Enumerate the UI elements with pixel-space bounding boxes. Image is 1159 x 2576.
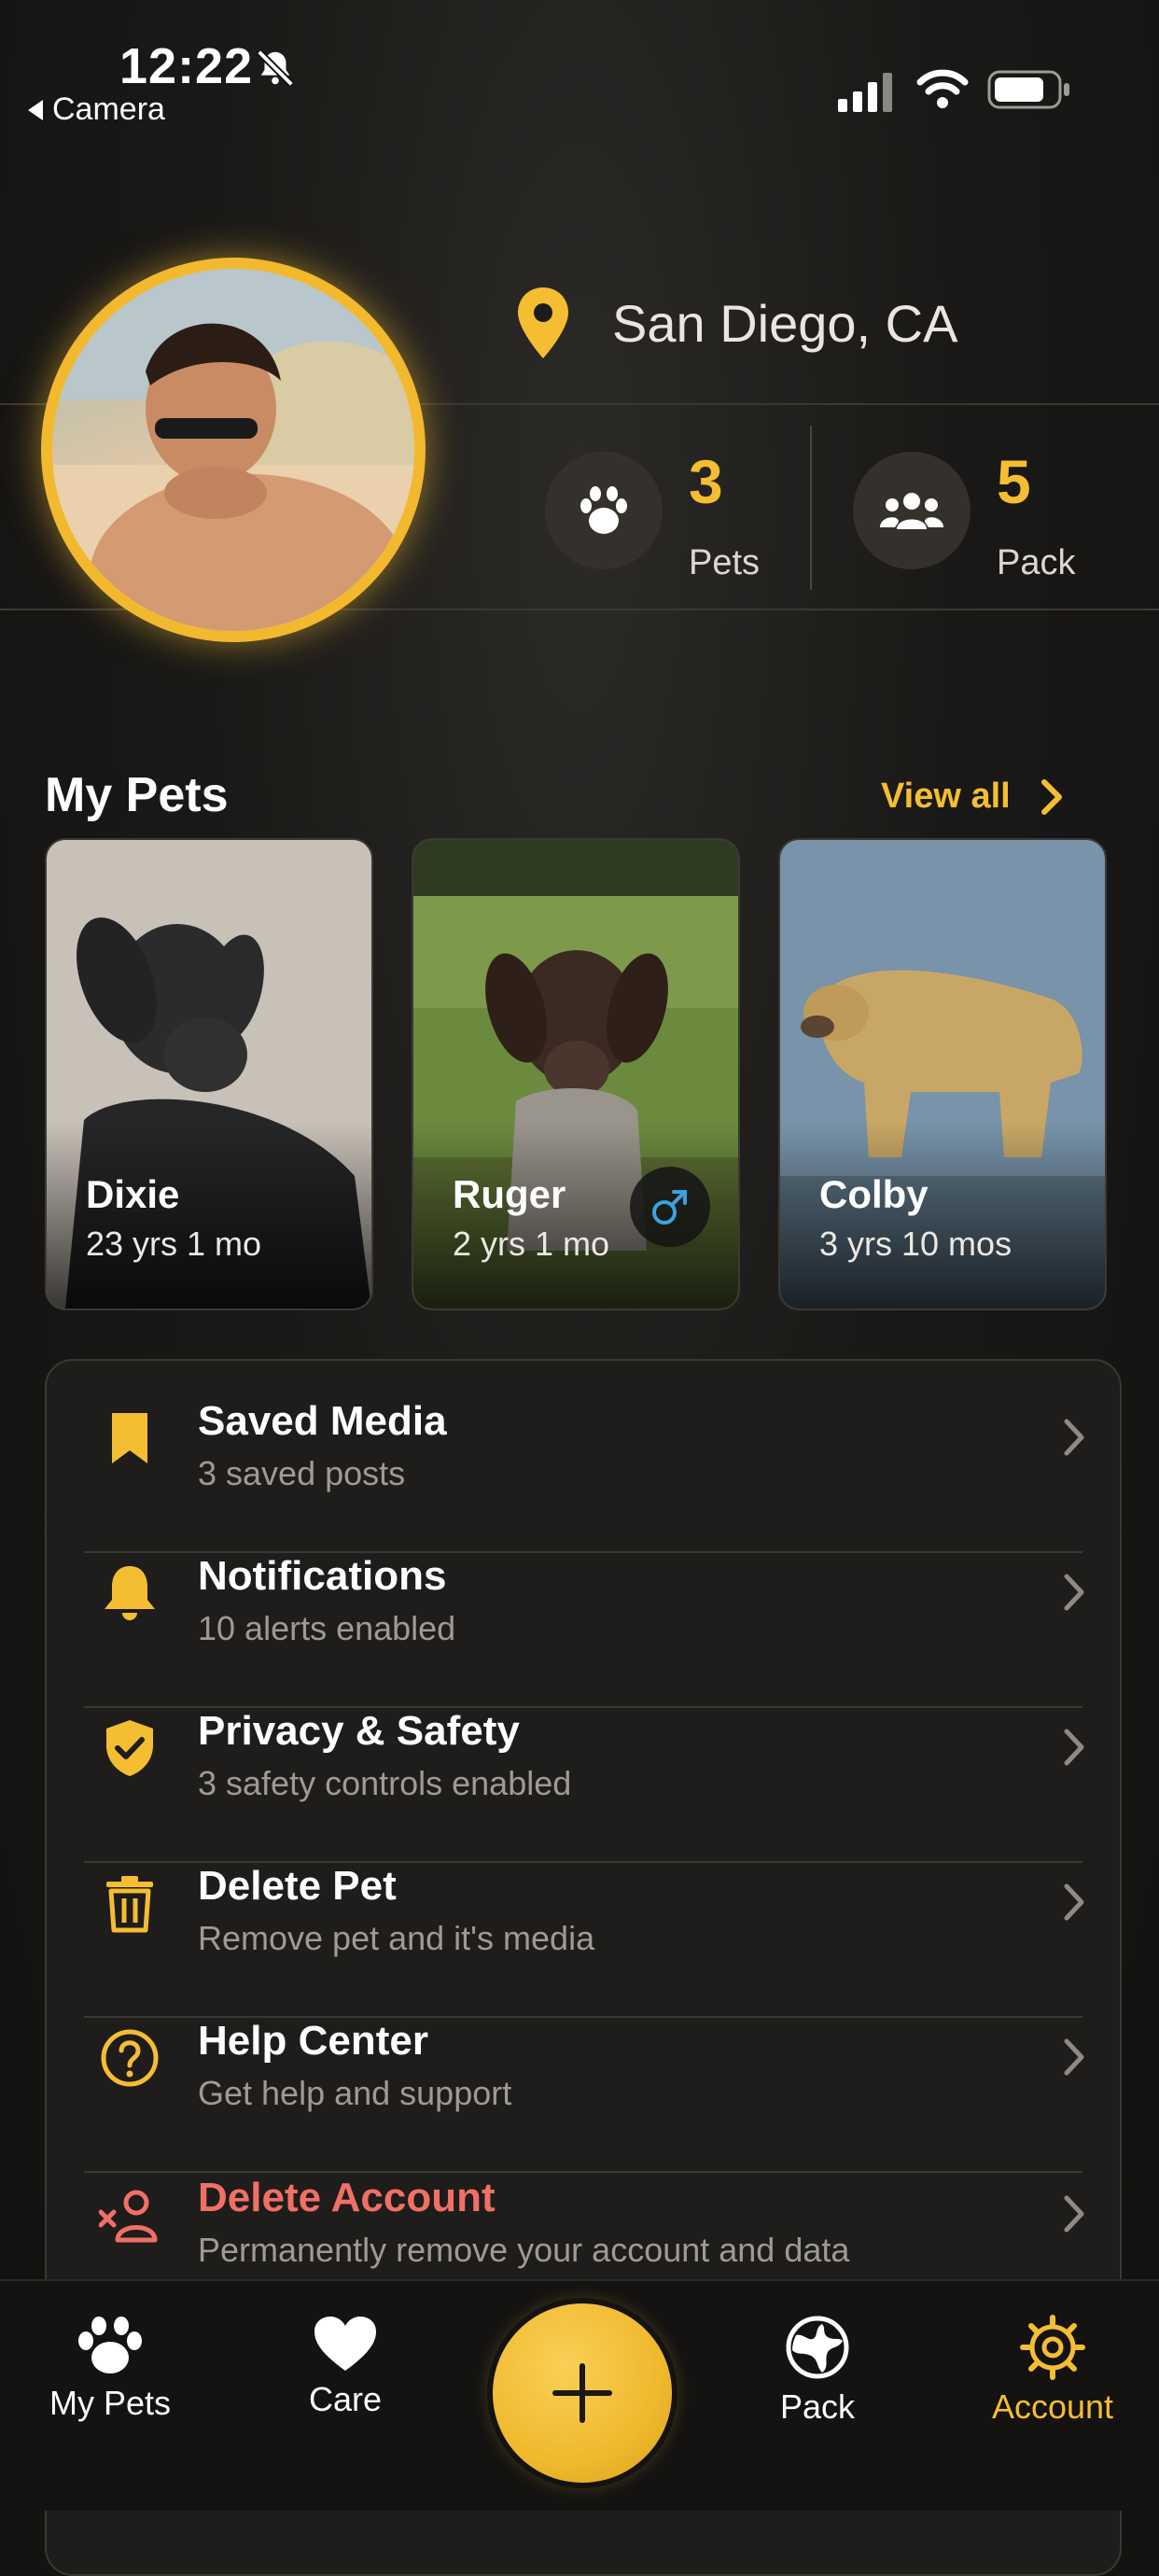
tab-care[interactable]: Care — [252, 2315, 439, 2419]
status-time: 12:22 — [119, 38, 254, 94]
trash-icon — [106, 1876, 153, 1933]
privacy-safety-row[interactable]: Privacy & Safety 3 safety controls enabl… — [84, 1671, 1084, 1826]
help-circle-icon — [101, 2029, 159, 2087]
row-title: Notifications — [198, 1553, 447, 1599]
row-title: Privacy & Safety — [198, 1708, 520, 1754]
cellular-signal-icon — [838, 73, 892, 112]
bell-muted-icon — [257, 49, 294, 87]
plus-icon — [552, 2363, 612, 2423]
saved-media-row[interactable]: Saved Media 3 saved posts — [84, 1361, 1084, 1516]
male-symbol-icon — [652, 1190, 687, 1225]
bell-icon — [105, 1566, 155, 1620]
row-title: Delete Account — [198, 2175, 496, 2220]
row-subtitle: 3 safety controls enabled — [198, 1764, 572, 1802]
row-subtitle: Remove pet and it's media — [198, 1919, 595, 1957]
avatar[interactable] — [41, 258, 426, 642]
pet-name: Ruger — [453, 1172, 566, 1216]
paw-icon — [78, 2317, 142, 2373]
notifications-row[interactable]: Notifications 10 alerts enabled — [84, 1516, 1084, 1671]
view-all-link[interactable]: View all — [881, 777, 1065, 817]
delete-account-row[interactable]: Delete Account Permanently remove your a… — [84, 2137, 1084, 2292]
remove-user-icon — [99, 2190, 158, 2243]
pets-stat-icon-bg[interactable] — [545, 452, 663, 569]
help-center-row[interactable]: Help Center Get help and support — [84, 1981, 1084, 2135]
globe-icon — [786, 2316, 849, 2379]
gear-icon — [1020, 2315, 1085, 2380]
pack-label: Pack — [997, 543, 1076, 582]
bookmark-icon — [112, 1413, 147, 1463]
pets-label: Pets — [689, 543, 761, 582]
paw-icon — [580, 486, 627, 534]
row-title: Help Center — [198, 2018, 428, 2064]
pack-count: 5 — [997, 447, 1031, 516]
group-icon — [880, 493, 943, 529]
battery-icon — [987, 70, 1069, 109]
view-all-label: View all — [881, 777, 1011, 816]
avatar-photo — [52, 269, 414, 631]
pet-age: 23 yrs 1 mo — [86, 1225, 262, 1263]
tab-label: Care — [308, 2380, 383, 2418]
back-arrow-icon — [28, 99, 43, 120]
pet-card-colby[interactable]: Colby 3 yrs 10 mos — [778, 838, 1107, 1310]
pet-card-ruger[interactable]: Ruger 2 yrs 1 mo — [412, 838, 740, 1310]
chevron-right-icon — [1064, 1729, 1084, 1766]
male-gender-badge — [630, 1167, 710, 1247]
pack-stat-icon-bg[interactable] — [853, 452, 970, 569]
tab-account[interactable]: Account — [959, 2315, 1146, 2427]
pets-count: 3 — [689, 447, 723, 516]
heart-icon — [314, 2317, 376, 2371]
my-pets-title: My Pets — [45, 768, 229, 822]
chevron-right-icon — [1064, 2038, 1084, 2076]
row-subtitle: Get help and support — [198, 2074, 512, 2112]
stat-divider — [810, 426, 812, 590]
tab-label: Account — [991, 2387, 1114, 2426]
row-subtitle: 3 saved posts — [198, 1454, 406, 1492]
pet-name: Colby — [819, 1172, 929, 1216]
delete-pet-row[interactable]: Delete Pet Remove pet and it's media — [84, 1826, 1084, 1981]
row-subtitle: 10 alerts enabled — [198, 1609, 456, 1647]
tab-label: My Pets — [49, 2384, 172, 2422]
chevron-right-icon — [1040, 778, 1062, 815]
back-to-camera-button[interactable]: Camera — [28, 91, 165, 128]
pet-card-dixie[interactable]: Dixie 23 yrs 1 mo — [45, 838, 373, 1310]
chevron-right-icon — [1064, 1883, 1084, 1921]
pet-age: 2 yrs 1 mo — [453, 1225, 610, 1263]
wifi-icon — [916, 69, 969, 108]
row-subtitle: Permanently remove your account and data — [198, 2231, 850, 2269]
back-label: Camera — [52, 91, 165, 127]
tab-label: Pack — [779, 2387, 856, 2426]
row-title: Delete Pet — [198, 1863, 397, 1909]
chevron-right-icon — [1064, 1419, 1084, 1456]
add-button[interactable] — [493, 2303, 672, 2483]
location-pin-icon — [518, 287, 568, 358]
row-title: Saved Media — [198, 1398, 447, 1444]
pet-name: Dixie — [86, 1172, 180, 1216]
chevron-right-icon — [1064, 1574, 1084, 1611]
pet-age: 3 yrs 10 mos — [819, 1225, 1012, 1263]
tab-my-pets[interactable]: My Pets — [17, 2315, 203, 2423]
shield-check-icon — [106, 1720, 153, 1776]
tab-pack[interactable]: Pack — [724, 2315, 911, 2427]
location-text: San Diego, CA — [612, 294, 958, 353]
chevron-right-icon — [1064, 2195, 1084, 2233]
